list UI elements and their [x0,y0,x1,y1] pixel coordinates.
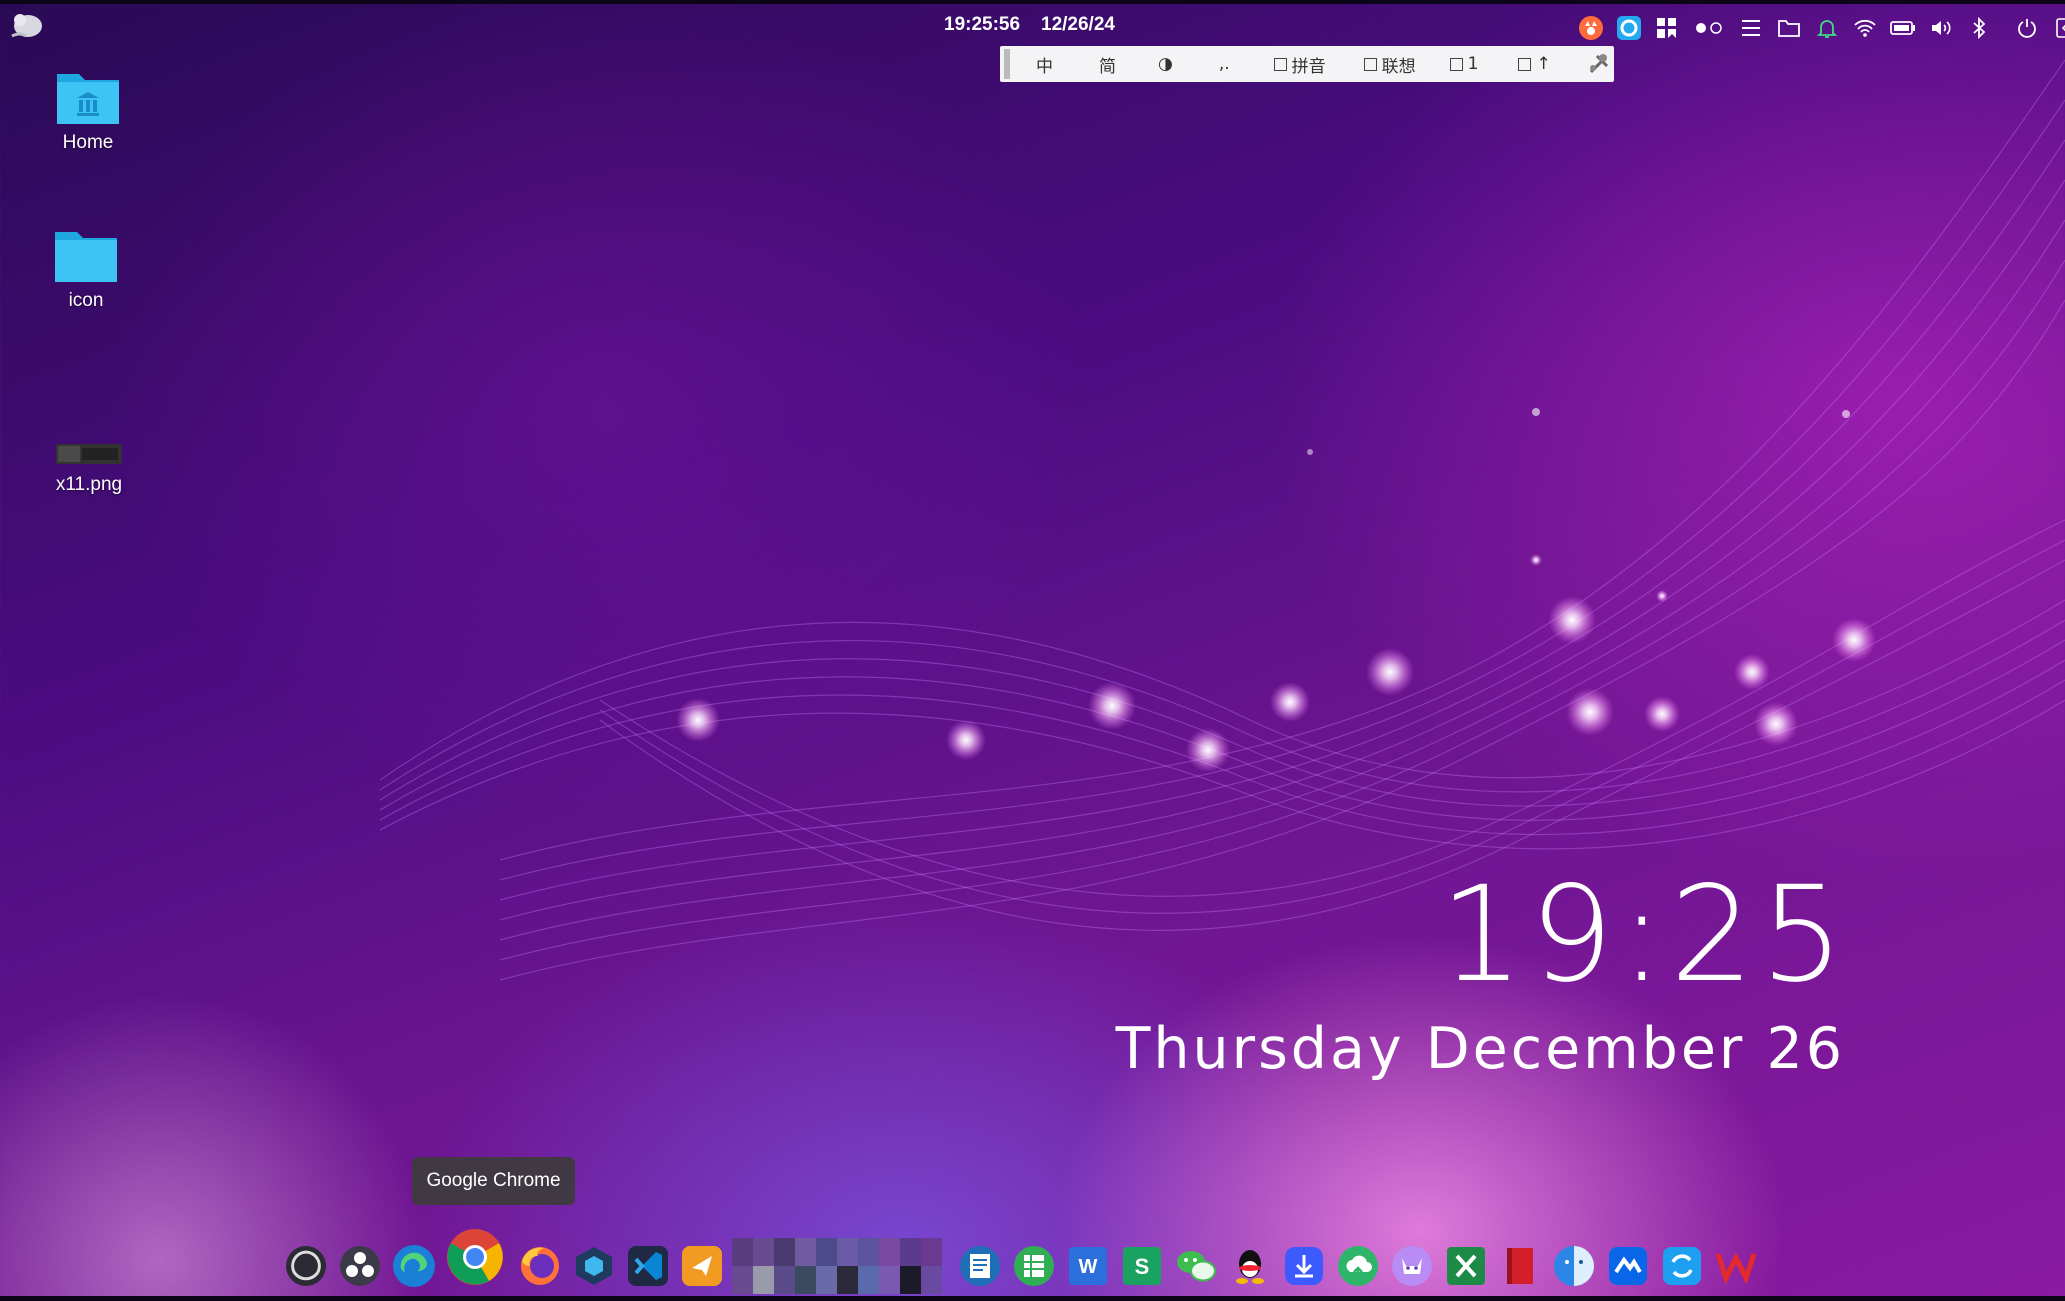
desktop-clock-time: 19:25 [1439,858,1850,1012]
dock-tooltip: Google Chrome [412,1157,575,1205]
sync-icon[interactable] [1658,1242,1706,1290]
word-icon[interactable]: W [1064,1242,1112,1290]
folder-icon [55,232,117,282]
desktop-icon-home[interactable]: Home [33,68,143,154]
firefox-icon[interactable] [516,1242,564,1290]
book-icon[interactable] [1496,1242,1544,1290]
home-folder-icon [57,74,119,124]
bottom-edge [0,1296,2065,1301]
app-cube-icon[interactable] [570,1242,618,1290]
image-thumbnail-icon [56,444,122,464]
cloud-upload-icon[interactable] [1334,1242,1382,1290]
desktop-icon-label: icon [68,290,104,311]
dock: W S [282,1229,1766,1297]
wallpaper-waves [379,59,2065,981]
finder-icon[interactable] [1550,1242,1598,1290]
document-viewer-icon[interactable] [956,1242,1004,1290]
download-manager-icon[interactable] [1280,1242,1328,1290]
desktop-icon-label: x11.png [55,474,123,495]
wps-icon[interactable] [1712,1242,1760,1290]
edge-browser-icon[interactable] [390,1242,438,1290]
google-chrome-icon[interactable] [444,1226,506,1288]
cat-app-icon[interactable] [1388,1242,1436,1290]
svg-text:W: W [1079,1256,1098,1278]
vscode-icon[interactable] [624,1242,672,1290]
excel-icon[interactable] [1442,1242,1490,1290]
wechat-icon[interactable] [1172,1242,1220,1290]
desktop-clock-date: Thursday December 26 [1115,1016,1845,1082]
desktop-icon-label: Home [62,132,114,153]
desktop-icon-image-file[interactable]: x11.png [34,444,144,496]
qq-icon[interactable] [1226,1242,1274,1290]
baidu-netdisk-icon[interactable] [1604,1242,1652,1290]
pixelated-app-icons [732,1238,942,1294]
spreadsheet-icon[interactable] [1010,1242,1058,1290]
desktop-icon-folder[interactable]: icon [31,226,141,312]
obs-studio-icon[interactable] [282,1242,330,1290]
sender-app-icon[interactable] [678,1242,726,1290]
wps-sheets-icon[interactable]: S [1118,1242,1166,1290]
svg-text:S: S [1135,1254,1150,1279]
color-picker-icon[interactable] [336,1242,384,1290]
